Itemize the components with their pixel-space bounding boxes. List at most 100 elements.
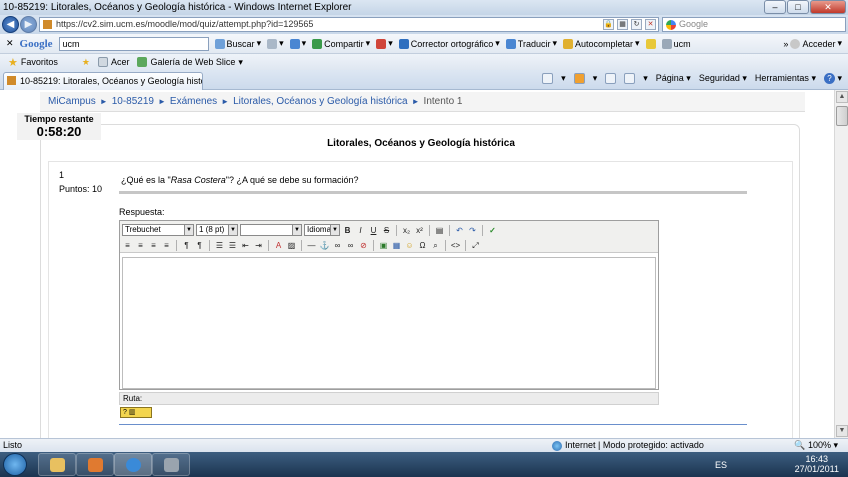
compatibility-icon[interactable]: ▦ xyxy=(617,19,628,30)
language-indicator[interactable]: ES xyxy=(715,460,727,470)
ltr-icon[interactable]: ¶ xyxy=(181,240,192,251)
align-left-icon[interactable]: ≡ xyxy=(122,240,133,251)
favorites-button[interactable]: ★ Favoritos xyxy=(8,56,58,69)
feeds-icon[interactable] xyxy=(573,73,585,84)
url-input[interactable]: https://cv2.sim.ucm.es/moodle/mod/quiz/a… xyxy=(39,17,659,32)
breadcrumb-micampus[interactable]: MiCampus xyxy=(48,96,96,107)
tools-menu[interactable]: Herramientas ▾ xyxy=(755,73,816,84)
align-center-icon[interactable]: ≡ xyxy=(135,240,146,251)
scroll-thumb[interactable] xyxy=(836,106,848,126)
clean-word-icon[interactable]: ▤ xyxy=(434,225,445,236)
horizontal-rule-icon[interactable]: — xyxy=(306,240,317,251)
mail-icon[interactable] xyxy=(605,73,617,84)
align-right-icon[interactable]: ≡ xyxy=(148,240,159,251)
security-menu[interactable]: Seguridad ▾ xyxy=(699,73,747,84)
internet-explorer-icon xyxy=(126,458,141,472)
google-toolbar: ✕ Google ucm Buscar ▾ ▾ ▾ Compartir ▾ ▾ … xyxy=(0,34,848,54)
fav-acer[interactable]: Acer xyxy=(97,57,129,67)
browser-search-input[interactable]: Google xyxy=(662,17,846,32)
taskbar-media-player[interactable] xyxy=(76,453,114,476)
smiley-icon[interactable]: ☺ xyxy=(404,240,415,251)
image-icon[interactable]: ▣ xyxy=(378,240,389,251)
redo-icon[interactable]: ↷ xyxy=(467,225,478,236)
strikethrough-icon[interactable]: S xyxy=(381,225,392,236)
close-button[interactable]: ✕ xyxy=(810,0,846,14)
font-family-select[interactable]: Trebuchet ▼ xyxy=(122,224,194,236)
lock-icon[interactable]: 🔒 xyxy=(603,19,614,30)
share-button[interactable]: Compartir ▾ xyxy=(312,38,370,49)
search-replace-icon[interactable]: ⌕ xyxy=(430,240,441,251)
fav-webslice[interactable]: Galería de Web Slice ▾ xyxy=(137,57,243,68)
taskbar-app[interactable] xyxy=(152,453,190,476)
link-icon[interactable]: ∞ xyxy=(332,240,343,251)
unlink-icon[interactable]: ∞ xyxy=(345,240,356,251)
search-icon xyxy=(214,38,225,49)
translate-button[interactable]: Traducir ▾ xyxy=(505,38,557,49)
undo-icon[interactable]: ↶ xyxy=(454,225,465,236)
table-icon[interactable]: ▦ xyxy=(391,240,402,251)
page-menu[interactable]: Página ▾ xyxy=(656,73,691,84)
spellcheck-button[interactable]: Corrector ortográfico ▾ xyxy=(398,38,500,49)
google-toolbar-close-button[interactable]: ✕ xyxy=(6,38,14,49)
security-zone[interactable]: Internet | Modo protegido: activado xyxy=(552,439,704,452)
paragraph-style-select[interactable]: ▼ xyxy=(240,224,302,236)
zoom-control[interactable]: 🔍 100% ▾ xyxy=(794,439,838,452)
refresh-icon[interactable]: ↻ xyxy=(631,19,642,30)
superscript-icon[interactable]: x² xyxy=(414,225,425,236)
page-scrollbar[interactable]: ▲ ▼ xyxy=(834,90,848,438)
outdent-icon[interactable]: ⇤ xyxy=(240,240,251,251)
breadcrumb-course[interactable]: 10-85219 xyxy=(112,96,154,107)
breadcrumb-sep-icon: ► xyxy=(157,97,166,106)
toolbar-more-button[interactable]: » Acceder ▾ xyxy=(783,38,842,49)
toolbar-options-button[interactable]: ▾ xyxy=(267,38,284,49)
fullscreen-icon[interactable]: ⤢ xyxy=(470,240,481,251)
breadcrumb-exams[interactable]: Exámenes xyxy=(170,96,217,107)
justify-icon[interactable]: ≡ xyxy=(161,240,172,251)
font-size-select[interactable]: 1 (8 pt) ▼ xyxy=(196,224,238,236)
minimize-button[interactable]: – xyxy=(764,0,786,14)
search-term-button[interactable]: ucm xyxy=(661,38,691,49)
forward-button[interactable]: ▶ xyxy=(20,16,37,33)
breadcrumb-quiz[interactable]: Litorales, Océanos y Geología histórica xyxy=(233,96,408,107)
answer-textarea[interactable] xyxy=(122,257,656,389)
stop-icon[interactable]: ✕ xyxy=(645,19,656,30)
maximize-button[interactable]: □ xyxy=(787,0,809,14)
help-menu[interactable]: ? ▾ xyxy=(823,73,842,84)
nolink-icon[interactable]: ⊘ xyxy=(358,240,369,251)
highlight-button[interactable] xyxy=(645,38,656,49)
add-favorite-button[interactable]: ★ xyxy=(82,57,90,68)
start-button[interactable] xyxy=(3,453,27,476)
background-color-icon[interactable]: ▨ xyxy=(286,240,297,251)
tab-quiz[interactable]: 10-85219: Litorales, Océanos y Geología … xyxy=(3,72,203,90)
anchor-icon[interactable]: ⚓ xyxy=(319,240,330,251)
editor-help-icon[interactable]: ? ▥ xyxy=(120,407,152,418)
language-select[interactable]: Idioma ▼ xyxy=(304,224,340,236)
taskbar-internet-explorer[interactable] xyxy=(114,453,152,476)
ordered-list-icon[interactable]: ☰ xyxy=(214,240,225,251)
url-text: https://cv2.sim.ucm.es/moodle/mod/quiz/a… xyxy=(56,19,314,29)
font-family-value: Trebuchet xyxy=(125,225,161,234)
special-char-icon[interactable]: Ω xyxy=(417,240,428,251)
google-search-button[interactable]: Buscar ▾ xyxy=(214,38,261,49)
autofill-button[interactable]: Autocompletar ▾ xyxy=(563,38,640,49)
underline-icon[interactable]: U xyxy=(368,225,379,236)
back-button[interactable]: ◀ xyxy=(2,16,19,33)
indent-icon[interactable]: ⇥ xyxy=(253,240,264,251)
add-button[interactable]: ▾ xyxy=(289,38,306,49)
home-icon[interactable] xyxy=(542,73,554,84)
scroll-up-icon[interactable]: ▲ xyxy=(836,91,848,103)
google-search-input[interactable]: ucm xyxy=(58,36,209,51)
subscript-icon[interactable]: x₂ xyxy=(401,225,412,236)
clock[interactable]: 16:43 27/01/2011 xyxy=(795,454,839,474)
rtl-icon[interactable]: ¶ xyxy=(194,240,205,251)
spellcheck-icon[interactable]: ✓ xyxy=(487,225,498,236)
unordered-list-icon[interactable]: ☰ xyxy=(227,240,238,251)
italic-icon[interactable]: I xyxy=(355,225,366,236)
taskbar-explorer[interactable] xyxy=(38,453,76,476)
bold-icon[interactable]: B xyxy=(342,225,353,236)
text-color-icon[interactable]: A xyxy=(273,240,284,251)
scroll-down-icon[interactable]: ▼ xyxy=(836,425,848,437)
bookmark-button[interactable]: ▾ xyxy=(376,38,393,49)
html-source-icon[interactable]: <> xyxy=(450,240,461,251)
print-icon[interactable] xyxy=(624,73,636,84)
